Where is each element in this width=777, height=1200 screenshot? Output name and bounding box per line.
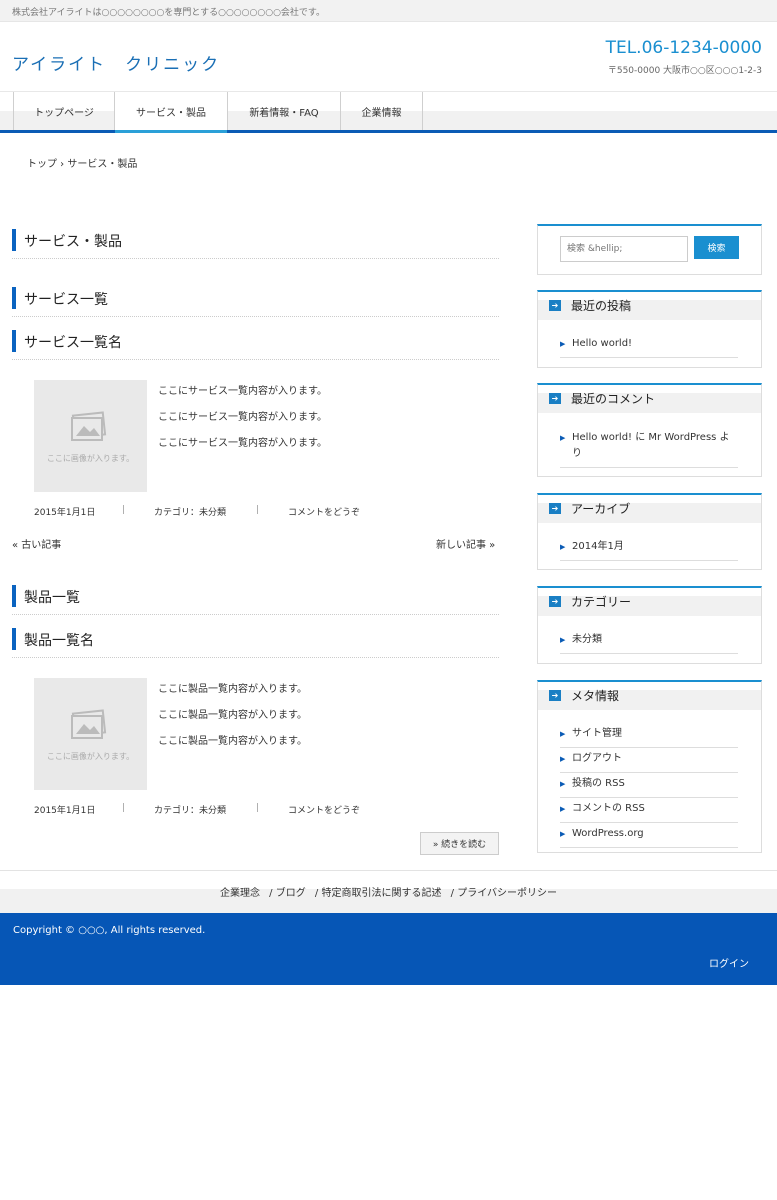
triangle-bullet-icon: ▶ <box>560 730 566 738</box>
service-category[interactable]: カテゴリ：未分類 <box>154 505 226 518</box>
footer-navigation: 企業理念 / ブログ / 特定商取引法に関する記述 / プライバシーポリシー <box>0 884 777 899</box>
triangle-bullet-icon: ▶ <box>560 830 566 838</box>
triangle-bullet-icon: ▶ <box>560 780 566 788</box>
triangle-bullet-icon: ▶ <box>560 543 566 551</box>
service-desc-line: ここにサービス一覧内容が入ります。 <box>158 412 327 423</box>
image-placeholder-text: ここに画像が入ります。 <box>46 752 135 761</box>
product-image-placeholder[interactable]: ここに画像が入ります。 <box>34 678 147 790</box>
triangle-bullet-icon: ▶ <box>560 434 566 442</box>
breadcrumb[interactable]: トップ › サービス・製品 <box>27 155 137 170</box>
search-button[interactable]: 検索 <box>694 236 739 259</box>
product-desc-line: ここに製品一覧内容が入ります。 <box>158 710 307 721</box>
address: 〒550-0000 大阪市○○区○○○1-2-3 <box>607 66 762 76</box>
newer-posts-link[interactable]: 新しい記事 » <box>436 536 495 551</box>
meta-separator: | <box>256 505 260 515</box>
image-icon <box>71 709 107 739</box>
archives-widget: ➔ アーカイブ ▶ 2014年1月 <box>537 493 762 570</box>
nav-item-services[interactable]: サービス・製品 <box>115 92 227 133</box>
footer-link-commerce-law[interactable]: / 特定商取引法に関する記述 <box>315 888 442 899</box>
product-item-title[interactable]: 製品一覧名 <box>24 630 94 650</box>
arrow-right-icon: ➔ <box>549 503 561 514</box>
older-posts-link[interactable]: « 古い記事 <box>12 536 61 551</box>
page-title-block: サービス・製品 <box>12 229 499 259</box>
phone-number: TEL.06-1234-0000 <box>605 38 762 58</box>
triangle-bullet-icon: ▶ <box>560 340 566 348</box>
triangle-bullet-icon: ▶ <box>560 636 566 644</box>
arrow-right-icon: ➔ <box>549 690 561 701</box>
service-item-heading-block: サービス一覧名 <box>12 330 499 360</box>
archive-item[interactable]: ▶ 2014年1月 <box>560 539 738 561</box>
footer-divider <box>0 870 777 871</box>
products-heading-block: 製品一覧 <box>12 585 499 615</box>
meta-separator: | <box>122 505 126 515</box>
nav-item-top[interactable]: トップページ <box>13 92 115 130</box>
service-item-title[interactable]: サービス一覧名 <box>24 332 122 352</box>
product-category[interactable]: カテゴリ：未分類 <box>154 803 226 816</box>
service-desc-line: ここにサービス一覧内容が入ります。 <box>158 386 327 397</box>
read-more-button[interactable]: » 続きを読む <box>420 832 499 855</box>
main-navigation: トップページ サービス・製品 新着情報・FAQ 企業情報 <box>0 91 777 133</box>
nav-item-company[interactable]: 企業情報 <box>341 92 423 130</box>
recent-comments-widget: ➔ 最近のコメント ▶ Hello world! に Mr WordPress よ… <box>537 383 762 477</box>
site-title[interactable]: アイライト クリニック <box>12 50 220 75</box>
product-desc-line: ここに製品一覧内容が入ります。 <box>158 736 307 747</box>
image-placeholder-text: ここに画像が入ります。 <box>46 454 135 463</box>
nav-item-news-faq[interactable]: 新着情報・FAQ <box>227 92 341 130</box>
arrow-right-icon: ➔ <box>549 393 561 404</box>
category-item[interactable]: ▶ 未分類 <box>560 632 738 654</box>
triangle-bullet-icon: ▶ <box>560 755 566 763</box>
product-date: 2015年1月1日 <box>34 806 96 816</box>
copyright-bar <box>0 913 777 985</box>
meta-item-wordpress-org[interactable]: ▶ WordPress.org <box>560 826 738 848</box>
services-heading: サービス一覧 <box>24 292 108 308</box>
meta-separator: | <box>256 803 260 813</box>
service-comment-link[interactable]: コメントをどうぞ <box>288 505 360 518</box>
widget-title: 最近のコメント <box>571 392 656 406</box>
site-tagline: 株式会社アイライトは○○○○○○○○を専門とする○○○○○○○○会社です。 <box>12 8 326 18</box>
recent-posts-widget: ➔ 最近の投稿 ▶ Hello world! <box>537 290 762 368</box>
footer-link-blog[interactable]: / ブログ <box>269 888 306 899</box>
service-date: 2015年1月1日 <box>34 508 96 518</box>
product-item-heading-block: 製品一覧名 <box>12 628 499 658</box>
widget-title: 最近の投稿 <box>571 299 632 313</box>
footer-link-privacy[interactable]: / プライバシーポリシー <box>451 888 557 899</box>
categories-widget: ➔ カテゴリー ▶ 未分類 <box>537 586 762 664</box>
recent-comment-item[interactable]: ▶ Hello world! に Mr WordPress より <box>560 430 738 468</box>
meta-item-posts-rss[interactable]: ▶ 投稿の RSS <box>560 776 738 798</box>
search-input[interactable] <box>560 236 688 262</box>
widget-title: カテゴリー <box>571 595 632 609</box>
meta-separator: | <box>122 803 126 813</box>
arrow-right-icon: ➔ <box>549 596 561 607</box>
widget-title: メタ情報 <box>571 689 620 703</box>
widget-title: アーカイブ <box>571 502 631 516</box>
top-info-bar: 株式会社アイライトは○○○○○○○○を専門とする○○○○○○○○会社です。 <box>0 0 777 22</box>
service-desc-line: ここにサービス一覧内容が入ります。 <box>158 438 327 449</box>
service-image-placeholder[interactable]: ここに画像が入ります。 <box>34 380 147 492</box>
meta-item-site-admin[interactable]: ▶ サイト管理 <box>560 726 738 748</box>
footer-link-philosophy[interactable]: 企業理念 <box>220 888 260 899</box>
meta-item-comments-rss[interactable]: ▶ コメントの RSS <box>560 801 738 823</box>
copyright-text: Copyright © ○○○, All rights reserved. <box>13 925 206 936</box>
product-comment-link[interactable]: コメントをどうぞ <box>288 803 360 816</box>
product-desc-line: ここに製品一覧内容が入ります。 <box>158 684 307 695</box>
products-heading: 製品一覧 <box>24 590 80 606</box>
meta-widget: ➔ メタ情報 ▶ サイト管理 ▶ ログアウト ▶ 投稿の RSS ▶ コメントの RSS… <box>537 680 762 853</box>
page-title: サービス・製品 <box>24 234 122 250</box>
arrow-right-icon: ➔ <box>549 300 561 311</box>
triangle-bullet-icon: ▶ <box>560 805 566 813</box>
services-heading-block: サービス一覧 <box>12 287 499 317</box>
login-link[interactable]: ログイン <box>709 955 749 970</box>
meta-item-logout[interactable]: ▶ ログアウト <box>560 751 738 773</box>
recent-post-item[interactable]: ▶ Hello world! <box>560 336 738 358</box>
image-icon <box>71 411 107 441</box>
